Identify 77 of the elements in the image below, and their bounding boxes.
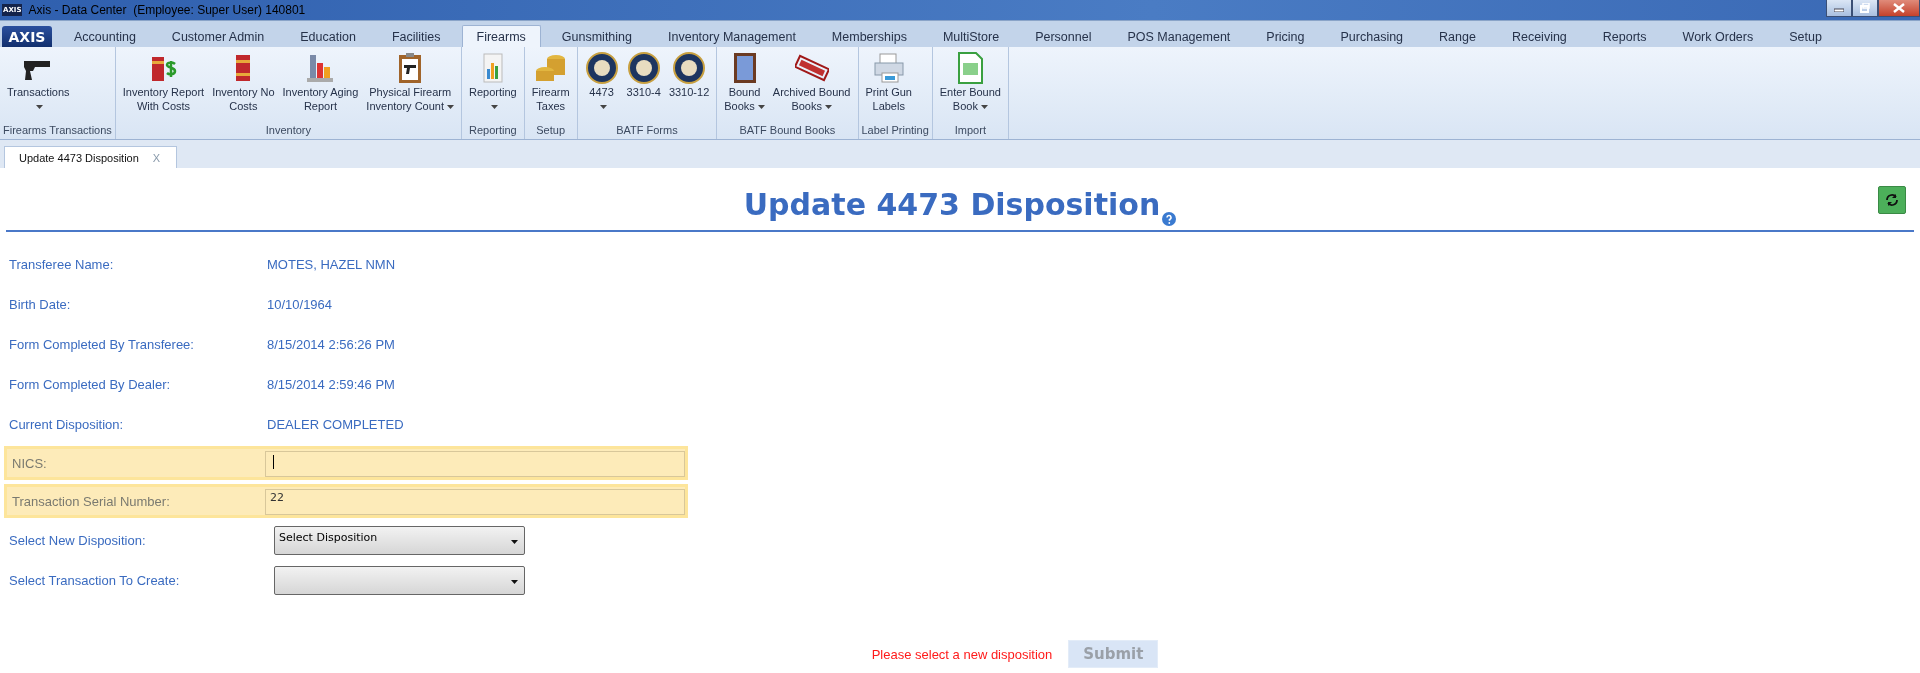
menu-tab[interactable]: Gunsmithing [544, 25, 649, 47]
field-label: Form Completed By Transferee: [9, 336, 195, 352]
seal-icon [672, 51, 707, 85]
ribbon-button[interactable]: Archived Bound Books [768, 47, 855, 123]
dropdown[interactable] [274, 565, 525, 595]
close-icon [1893, 3, 1905, 13]
field-label: Transferee Name: [9, 256, 115, 272]
input-field[interactable]: 22 [265, 488, 685, 515]
dropdown[interactable]: Select Disposition [274, 525, 525, 555]
restore-button[interactable] [1852, 0, 1878, 17]
field-value: 8/15/2014 2:56:26 PM [267, 336, 395, 352]
ribbon-group-label: BATF Forms [615, 123, 679, 138]
menu-tab[interactable]: Setup [1772, 25, 1839, 47]
window-title: Axis - Data Center (Employee: Super User) 140801 [28, 3, 306, 17]
ribbon-button[interactable]: Transactions [3, 47, 74, 123]
field-label: Select Transaction To Create: [9, 572, 181, 588]
menu-tab[interactable]: Work Orders [1665, 25, 1771, 47]
ribbon-group-label: Inventory [264, 123, 313, 138]
restore-icon [1860, 3, 1870, 13]
ribbon-button[interactable]: Inventory No Costs [208, 47, 279, 123]
ribbon-button[interactable]: 3310-4 [622, 47, 665, 123]
menu-tab[interactable]: Firearms [461, 25, 541, 47]
menu-tab[interactable]: Accounting [57, 25, 153, 47]
input-field[interactable] [265, 450, 685, 477]
ribbon-button[interactable]: Firearm Taxes [527, 47, 574, 123]
menu-tab[interactable]: MultiStore [925, 25, 1017, 47]
menu-tab[interactable]: Memberships [814, 25, 924, 47]
field-value: 10/10/1964 [267, 296, 333, 312]
menu-tab[interactable]: Facilities [374, 25, 458, 47]
refresh-icon [1884, 192, 1900, 208]
menu-tab[interactable]: Inventory Management [651, 25, 813, 47]
ribbon-group-label: Firearms Transactions [3, 123, 112, 138]
close-button[interactable] [1878, 0, 1920, 17]
minimize-button[interactable] [1826, 0, 1852, 17]
printer-icon [871, 51, 906, 85]
error-message: Please select a new disposition [871, 646, 1053, 662]
ribbon-group-label: Label Printing [861, 123, 929, 138]
ribbon-button[interactable]: 3310-12 [664, 47, 714, 123]
field-label: Birth Date: [9, 296, 72, 312]
field-label: Transaction Serial Number: [12, 493, 171, 509]
field-label: NICS: [12, 455, 48, 471]
document-tab[interactable]: Update 4473 Disposition X [4, 146, 178, 168]
ribbon-button[interactable]: Inventory Report With Costs [118, 47, 209, 123]
help-icon[interactable] [1162, 212, 1177, 226]
seal-icon [584, 51, 619, 85]
ribbon-button[interactable]: Enter Bound Book [935, 47, 1005, 123]
field-label: Form Completed By Dealer: [9, 376, 172, 392]
menu-tab[interactable]: Customer Admin [154, 25, 282, 47]
field-label: Current Disposition: [9, 416, 125, 432]
ribbon-button[interactable]: Inventory Aging Report [278, 47, 363, 123]
ribbon-group-label: Setup [535, 123, 567, 138]
menu-tab[interactable]: Purchasing [1323, 25, 1421, 47]
field-value: 8/15/2014 2:59:46 PM [267, 376, 395, 392]
ribbon-group-label: BATF Bound Books [738, 123, 837, 138]
menu-tab[interactable]: Personnel [1018, 25, 1109, 47]
refresh-button[interactable] [1878, 186, 1906, 214]
ribbon-group-label: Import [953, 123, 987, 138]
page-title: Update 4473 Disposition [743, 187, 1161, 222]
caret-icon [511, 539, 518, 544]
field-value: MOTES, HAZEL NMN [267, 256, 396, 272]
menu-tab[interactable]: Range [1422, 25, 1493, 47]
menu-tab[interactable]: POS Management [1110, 25, 1248, 47]
caret-icon [511, 579, 518, 584]
ribbon-group-label: Reporting [468, 123, 518, 138]
seal-icon [626, 51, 661, 85]
ribbon-button[interactable]: Print Gun Labels [861, 47, 916, 123]
app-logo[interactable]: AXIS [2, 26, 52, 47]
menu-tab[interactable]: Pricing [1249, 25, 1322, 47]
menu-tab[interactable]: Reports [1585, 25, 1664, 47]
field-value: DEALER COMPLETED [267, 416, 404, 432]
menu-tab[interactable]: Education [283, 25, 373, 47]
ribbon-button[interactable]: Physical Firearm Inventory Count [362, 47, 458, 123]
menu-tab[interactable]: Receiving [1494, 25, 1584, 47]
ribbon-button[interactable]: 4473 [580, 47, 623, 123]
ribbon-button[interactable]: Reporting [465, 47, 521, 123]
ribbon-button[interactable]: Bound Books [720, 47, 769, 123]
field-label: Select New Disposition: [9, 532, 147, 548]
